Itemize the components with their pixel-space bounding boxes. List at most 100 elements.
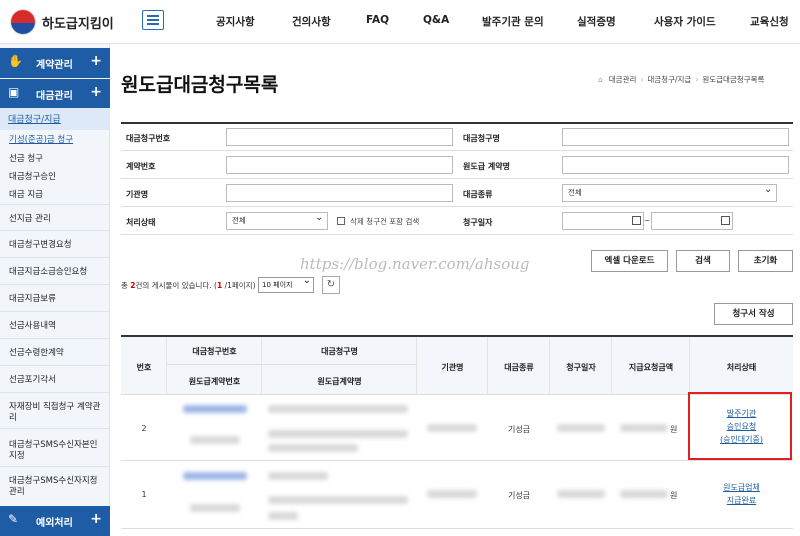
- status-link-contractor[interactable]: 원도급업체: [690, 482, 793, 494]
- claim-no-input[interactable]: [226, 128, 453, 146]
- divider: [0, 257, 110, 258]
- sidebar-item-sms-self[interactable]: 대금청구SMS수신자본인지정: [9, 440, 105, 462]
- write-claim-button[interactable]: 청구서 작성: [714, 303, 793, 325]
- top-navigation-bar: 하도급지킴이 공지사항 건의사항 FAQ Q&A 발주기관 문의 실적증명 사용…: [0, 0, 800, 44]
- sidebar-item-material-direct-claim[interactable]: 자재장비 직접청구 계약관리: [9, 402, 105, 424]
- home-icon[interactable]: ⌂: [598, 75, 603, 84]
- org-input[interactable]: [226, 184, 453, 202]
- plus-icon: +: [90, 53, 102, 69]
- sidebar-section-contract[interactable]: ✋ 계약관리 +: [0, 48, 110, 78]
- main-nav: 공지사항 건의사항 FAQ Q&A 발주기관 문의 실적증명 사용자 가이드 교…: [190, 0, 800, 44]
- redacted-claim-no[interactable]: [183, 405, 247, 413]
- sidebar-item-claim-approval[interactable]: 대금청구승인: [9, 170, 56, 182]
- sidebar-item-retro-approval[interactable]: 대금지급소급승인요청: [9, 267, 105, 278]
- divider: [0, 392, 110, 393]
- search-row: 처리상태 전체 삭제 청구건 포함 검색 청구일자 ~: [121, 208, 793, 235]
- contract-no-input[interactable]: [226, 156, 453, 174]
- won-unit: 원: [670, 425, 678, 434]
- refresh-icon[interactable]: ↻: [322, 276, 340, 294]
- page-size-select[interactable]: 10 페이지: [258, 274, 314, 293]
- reset-button[interactable]: 초기화: [738, 250, 793, 272]
- row-type: 기성금: [507, 425, 531, 434]
- contract-name-input[interactable]: [562, 156, 789, 174]
- breadcrumb-item[interactable]: 대금관리: [609, 75, 637, 84]
- calendar-icon[interactable]: [632, 216, 641, 225]
- site-logo[interactable]: 하도급지킴이: [10, 9, 114, 35]
- nav-agency-inquiry[interactable]: 발주기관 문의: [482, 14, 544, 29]
- th-org: 기관명: [441, 363, 464, 372]
- plus-icon: +: [90, 84, 102, 100]
- divider: [0, 311, 110, 312]
- redacted-claim-name[interactable]: [268, 472, 328, 480]
- sidebar-subsection-claim-pay[interactable]: 대금청구/지급: [0, 108, 110, 130]
- sidebar-section-label: 예외처리: [36, 518, 73, 529]
- government-emblem-icon: [10, 9, 36, 35]
- redacted-claim-no[interactable]: [183, 472, 247, 480]
- sidebar-item-advance-received[interactable]: 선금수령한계약: [9, 348, 105, 359]
- nav-performance-cert[interactable]: 실적증명: [577, 14, 616, 29]
- search-row: 대금청구번호 대금청구명: [121, 124, 793, 151]
- sidebar-item-advance-waiver[interactable]: 선금포기각서: [9, 375, 105, 386]
- th-amount: 지급요청금액: [628, 363, 674, 372]
- sidebar-item-payment[interactable]: 대금 지급: [9, 188, 43, 200]
- handshake-icon: ✋: [8, 54, 23, 68]
- redacted-amount: [620, 424, 668, 432]
- nav-training[interactable]: 교육신청: [750, 14, 789, 29]
- divider: [0, 204, 110, 205]
- redacted-contract-name[interactable]: [268, 430, 408, 438]
- sidebar-item-advance-claim[interactable]: 선금 청구: [9, 152, 43, 164]
- th-no: 번호: [136, 363, 152, 372]
- redacted-contract-name[interactable]: [268, 444, 358, 452]
- sidebar-item-payment-hold[interactable]: 대금지급보류: [9, 294, 105, 305]
- row-type: 기성금: [507, 491, 531, 500]
- status-link-paid[interactable]: 지급완료: [690, 495, 793, 507]
- redacted-contract-no[interactable]: [190, 436, 240, 444]
- plus-icon: +: [90, 511, 102, 527]
- nav-qna[interactable]: Q&A: [423, 14, 449, 26]
- redacted-amount: [620, 490, 668, 498]
- nav-user-guide[interactable]: 사용자 가이드: [654, 14, 716, 29]
- redacted-contract-name[interactable]: [268, 512, 298, 520]
- nav-suggestion[interactable]: 건의사항: [292, 14, 331, 29]
- menu-icon[interactable]: [142, 10, 164, 30]
- label-contract-name: 원도급 계약명: [463, 162, 510, 171]
- label-claim-date: 청구일자: [463, 218, 493, 227]
- redacted-claim-name[interactable]: [268, 405, 408, 413]
- sidebar-section-label: 대금관리: [36, 91, 73, 102]
- amount-type-select[interactable]: 전체: [562, 182, 777, 202]
- th-contract-no: 원도급계약번호: [188, 377, 241, 386]
- nav-notice[interactable]: 공지사항: [216, 14, 255, 29]
- label-claim-no: 대금청구번호: [126, 134, 171, 143]
- redacted-contract-name[interactable]: [268, 496, 408, 504]
- redacted-org: [427, 424, 477, 432]
- status-select[interactable]: 전체: [226, 210, 328, 230]
- include-deleted-checkbox[interactable]: [337, 217, 345, 225]
- calendar-icon[interactable]: [721, 216, 730, 225]
- excel-download-button[interactable]: 엑셀 다운로드: [591, 250, 668, 272]
- exception-icon: ✎: [8, 512, 19, 526]
- divider: [0, 338, 110, 339]
- sidebar: ✋ 계약관리 + ▣ 대금관리 + 대금청구/지급 기성(준공)금 청구 선금 …: [0, 44, 110, 536]
- th-claim-name: 대금청구명: [321, 347, 358, 356]
- breadcrumb-item: 원도급대금청구목록: [702, 75, 765, 84]
- sidebar-item-claim-change[interactable]: 대금청구변경요청: [9, 240, 105, 251]
- row-divider: [121, 528, 793, 529]
- claim-name-input[interactable]: [562, 128, 789, 146]
- nav-faq[interactable]: FAQ: [366, 14, 389, 26]
- redacted-org: [427, 490, 477, 498]
- sidebar-subsection-label: 대금청구/지급: [8, 115, 61, 125]
- th-type: 대금종류: [504, 363, 534, 372]
- divider: [0, 365, 110, 366]
- site-title: 하도급지킴이: [42, 16, 114, 32]
- sidebar-item-sms-recipient[interactable]: 대금청구SMS수신자지정관리: [9, 476, 105, 498]
- watermark: https://blog.naver.com/ahsoug: [300, 255, 530, 273]
- sidebar-section-payment[interactable]: ▣ 대금관리 +: [0, 79, 110, 109]
- breadcrumb-item[interactable]: 대금청구/지급: [647, 75, 691, 84]
- sidebar-item-prepay[interactable]: 선지급 관리: [9, 214, 105, 225]
- th-date: 청구일자: [566, 363, 596, 372]
- sidebar-item-progress-claim[interactable]: 기성(준공)금 청구: [9, 133, 73, 145]
- sidebar-section-exception[interactable]: ✎ 예외처리 +: [0, 506, 110, 536]
- search-button[interactable]: 검색: [676, 250, 730, 272]
- sidebar-item-advance-usage[interactable]: 선금사용내역: [9, 321, 105, 332]
- redacted-contract-no[interactable]: [190, 504, 240, 512]
